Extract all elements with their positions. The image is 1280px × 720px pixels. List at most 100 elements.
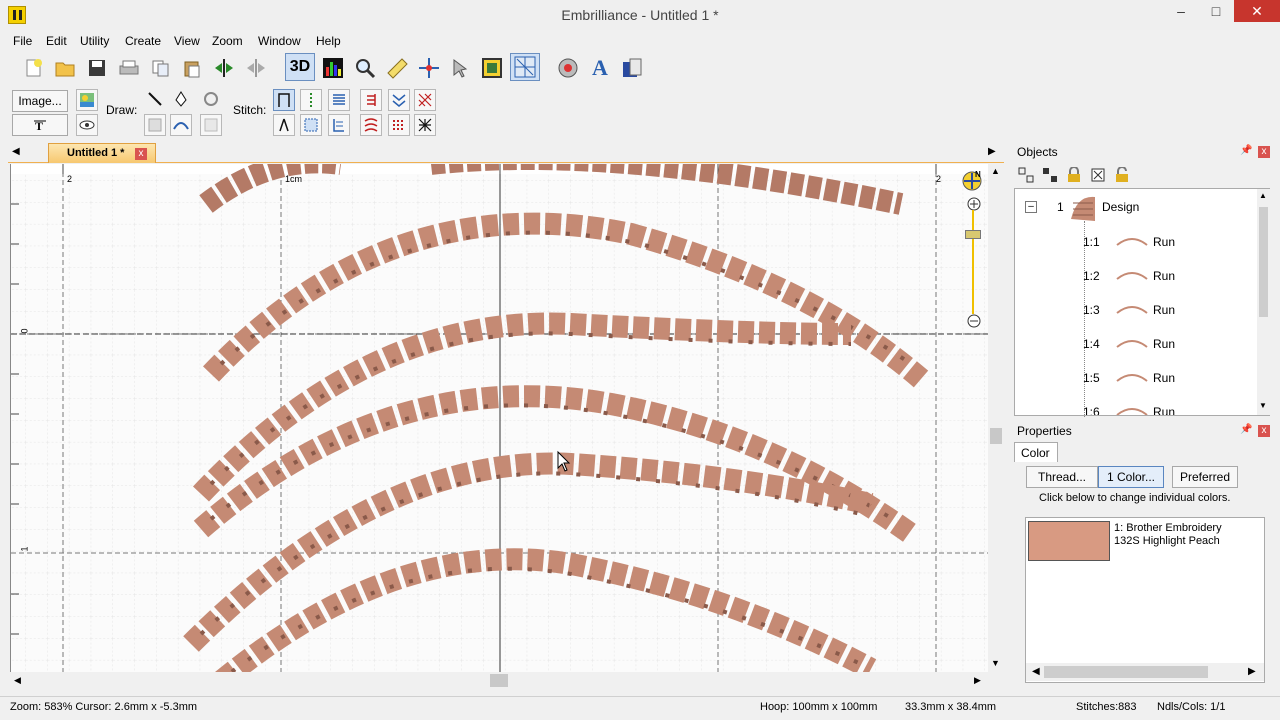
canvas-vertical-scrollbar[interactable]: ▲ ▼ [988,164,1004,672]
image-button[interactable]: Image... [12,90,68,112]
stitch-motif-icon[interactable] [360,114,382,136]
minimize-button[interactable]: – [1164,0,1198,22]
center-point-icon[interactable] [415,54,443,82]
stitch-bean-icon[interactable] [300,89,322,111]
zoom-out-icon[interactable] [967,314,981,328]
text-tool-button[interactable]: T [12,114,68,136]
color-scroll-right-icon[interactable]: ▶ [1248,666,1256,677]
mirror-vertical-icon[interactable] [242,54,270,82]
scroll-right-icon[interactable]: ▶ [974,675,981,686]
design-canvas[interactable]: 2 1cm 2 0 1 N [10,164,988,672]
close-window-button[interactable]: ✕ [1234,0,1280,22]
open-folder-icon[interactable] [51,54,79,82]
objects-scroll-thumb[interactable] [1259,207,1268,317]
collapse-icon[interactable]: – [1025,201,1037,213]
save-icon[interactable] [83,54,111,82]
menu-zoom[interactable]: Zoom [212,34,243,48]
draw-curve-icon[interactable] [170,114,192,136]
tab-color[interactable]: Color [1014,442,1058,462]
preferred-button[interactable]: Preferred [1172,466,1238,488]
tree-item-run[interactable]: 1:1 Run [1083,229,1263,255]
tree-item-run[interactable]: 1:4 Run [1083,331,1263,357]
scroll-up-icon[interactable]: ▲ [991,166,1000,176]
color-list-hscrollbar[interactable]: ◀ ▶ [1026,663,1264,681]
tab-scroll-right-icon[interactable]: ▶ [988,146,996,157]
canvas-horizontal-scrollbar[interactable]: ◀ ▶ [10,672,988,689]
menu-window[interactable]: Window [258,34,301,48]
select-arrow-icon[interactable] [446,54,474,82]
color-scroll-left-icon[interactable]: ◀ [1032,666,1040,677]
ruler-icon[interactable] [383,54,411,82]
menu-utility[interactable]: Utility [80,34,109,48]
one-color-button[interactable]: 1 Color... [1098,466,1164,488]
menu-view[interactable]: View [174,34,200,48]
stitch-fill-icon[interactable] [300,114,322,136]
draw-applique-icon[interactable] [200,114,222,136]
properties-close-icon[interactable]: x [1258,425,1270,437]
stitch-column-icon[interactable] [328,114,350,136]
objects-scrollbar[interactable]: ▲ ▼ [1257,189,1270,415]
tree-item-run[interactable]: 1:3 Run [1083,297,1263,323]
thread-button[interactable]: Thread... [1026,466,1098,488]
color-scroll-thumb[interactable] [1044,666,1208,678]
draw-line-icon[interactable] [144,88,166,110]
new-icon[interactable] [20,54,48,82]
color-swatch[interactable] [1028,521,1110,561]
unlock-icon[interactable] [1114,167,1130,183]
lettering-icon[interactable]: A [586,54,614,82]
export-icon[interactable] [618,54,646,82]
tree-item-run[interactable]: 1:5 Run [1083,365,1263,391]
group-icon[interactable] [1018,167,1034,183]
menu-file[interactable]: File [13,34,32,48]
color-chart-icon[interactable] [319,54,347,82]
objects-scroll-down-icon[interactable]: ▼ [1259,401,1267,410]
vertical-scroll-thumb[interactable] [990,428,1002,444]
compass-icon[interactable]: N [961,170,983,192]
menu-edit[interactable]: Edit [46,34,67,48]
properties-pin-icon[interactable]: 📌 [1240,424,1252,435]
tab-close-icon[interactable]: x [135,148,147,160]
hoop-icon[interactable] [478,54,506,82]
print-icon[interactable] [115,54,143,82]
stitch-satin-icon[interactable] [328,89,350,111]
menu-help[interactable]: Help [316,34,341,48]
design-label[interactable]: Design [1102,200,1139,214]
tree-item-run[interactable]: 1:2 Run [1083,263,1263,289]
stitch-run-icon[interactable] [273,89,295,111]
stitch-crosshatch-icon[interactable] [414,89,436,111]
stitch-grid-icon[interactable] [414,114,436,136]
delete-object-icon[interactable] [1090,167,1106,183]
tab-scroll-left-icon[interactable]: ◀ [12,146,20,157]
stitch-zigzag-icon[interactable] [388,89,410,111]
pin-icon[interactable]: 📌 [1240,145,1252,156]
zoom-in-icon[interactable] [967,197,981,211]
tree-item-run[interactable]: 1:6 Run [1083,399,1263,415]
stitch-ladder-icon[interactable] [360,89,382,111]
copy-icon[interactable] [147,54,175,82]
backdrop-image-icon[interactable] [76,89,98,111]
draw-circle-icon[interactable] [200,88,222,110]
menu-create[interactable]: Create [125,34,161,48]
ungroup-icon[interactable] [1042,167,1058,183]
eye-visibility-icon[interactable] [76,114,98,136]
draw-shape-icon[interactable] [144,114,166,136]
grid-view-icon[interactable] [510,53,540,81]
scroll-left-icon[interactable]: ◀ [14,675,21,686]
color-list[interactable]: 1: Brother Embroidery 132S Highlight Pea… [1025,517,1265,683]
lock-icon[interactable] [1066,167,1082,183]
objects-scroll-up-icon[interactable]: ▲ [1259,191,1267,200]
sew-simulator-icon[interactable] [554,54,582,82]
horizontal-scroll-thumb[interactable] [490,674,508,687]
maximize-button[interactable]: □ [1200,0,1232,22]
stitch-pattern-icon[interactable] [388,114,410,136]
scroll-down-icon[interactable]: ▼ [991,658,1000,668]
mirror-horizontal-icon[interactable] [210,54,238,82]
paste-icon[interactable] [178,54,206,82]
zoom-slider-thumb[interactable] [965,230,981,239]
draw-pen-icon[interactable] [170,88,192,110]
tab-untitled-1[interactable]: Untitled 1 * x [48,143,156,163]
objects-close-icon[interactable]: x [1258,146,1270,158]
magnifier-icon[interactable] [351,54,379,82]
stitch-single-icon[interactable] [273,114,295,136]
3d-view-button[interactable]: 3D [285,53,315,81]
